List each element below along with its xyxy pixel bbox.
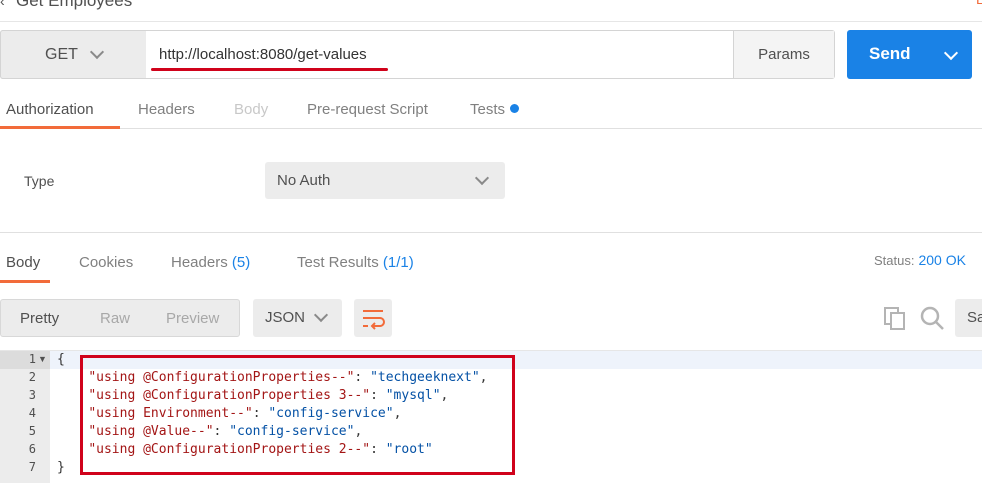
format-dropdown[interactable]: JSON [253,299,342,337]
collapse-caret-icon[interactable]: ‹ [0,0,5,9]
tab-test-results[interactable]: Test Results (1/1) [297,254,414,271]
request-title: Get Employees [16,0,133,10]
auth-type-label: Type [24,173,55,189]
tab-response-headers[interactable]: Headers (5) [171,254,250,271]
send-options-chevron-icon[interactable] [943,45,959,61]
title-edge-glyph: E [976,0,982,7]
active-response-tab-underline [0,280,50,283]
headers-count: (5) [231,254,251,271]
status-value: 200 OK [918,252,966,268]
request-title-bar [0,0,982,22]
method-dropdown[interactable]: GET [0,30,146,79]
copy-icon[interactable] [883,306,907,330]
chevron-down-icon [474,170,490,186]
params-button[interactable]: Params [733,31,834,78]
auth-type-dropdown[interactable]: No Auth [265,162,505,199]
open-brace: { [57,352,65,367]
tab-pre-request-script[interactable]: Pre-request Script [307,101,428,118]
request-tabs: Authorization Headers Body Pre-request S… [0,92,982,129]
auth-type-value: No Auth [277,172,331,189]
view-mode-preview[interactable]: Preview [166,310,219,327]
chevron-down-icon [313,307,329,323]
chevron-down-icon [89,44,105,60]
format-label: JSON [265,309,306,326]
tab-body[interactable]: Body [234,101,268,118]
wrap-lines-icon [363,310,385,330]
active-tab-underline [0,126,120,129]
wrap-lines-button[interactable] [354,299,392,337]
code-line: { [57,352,65,367]
tab-headers[interactable]: Headers [138,101,195,118]
view-mode-toggle: Pretty Raw Preview [0,299,240,337]
response-status: Status: 200 OK [874,252,966,268]
tab-response-body[interactable]: Body [6,254,40,271]
close-brace: } [57,460,65,475]
tests-indicator-dot [510,104,520,113]
annotation-highlight-box [80,355,515,475]
search-icon[interactable] [919,305,945,331]
send-label: Send [869,44,911,63]
tab-authorization[interactable]: Authorization [6,101,94,118]
save-response-button[interactable]: Sa [955,299,982,337]
code-line: } [57,460,65,475]
method-label: GET [45,45,78,63]
tab-response-headers-label: Headers [171,254,228,271]
tab-test-results-label: Test Results [297,254,379,271]
save-response-label: Sa [967,309,982,326]
send-button[interactable]: Send [847,30,972,79]
view-mode-pretty[interactable]: Pretty [20,310,59,327]
tab-tests-label: Tests [470,101,506,118]
url-annotation-underline [151,68,388,71]
tab-cookies[interactable]: Cookies [79,254,133,271]
test-results-count: (1/1) [382,254,414,271]
status-label: Status: [874,253,915,268]
view-mode-raw[interactable]: Raw [100,310,130,327]
tab-tests[interactable]: Tests [470,101,520,118]
section-divider [0,232,982,233]
response-tabs: Body Cookies Headers (5) Test Results (1… [0,245,982,283]
